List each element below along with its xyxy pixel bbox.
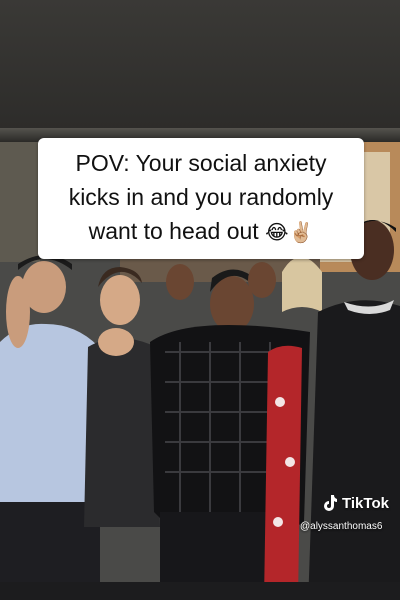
- laughing-peace-emoji: 😂✌🏼: [265, 220, 314, 244]
- caption-line-3-text: want to head out: [88, 218, 259, 244]
- tiktok-brand-text: TikTok: [342, 494, 389, 512]
- caption-line-2: kicks in and you randomly: [68, 184, 334, 210]
- tiktok-note-icon: [324, 495, 337, 511]
- studio-ceiling: [0, 0, 400, 140]
- caption-box: POV: Your social anxiety kicks in and yo…: [38, 138, 364, 259]
- video-frame: POV: Your social anxiety kicks in and yo…: [0, 0, 400, 600]
- tiktok-watermark: TikTok: [322, 494, 389, 512]
- caption-line-3: want to head out 😂✌🏼: [44, 214, 358, 249]
- tiktok-handle: @alyssanthomas6: [300, 521, 383, 532]
- caption-line-1: POV: Your social anxiety: [75, 150, 327, 176]
